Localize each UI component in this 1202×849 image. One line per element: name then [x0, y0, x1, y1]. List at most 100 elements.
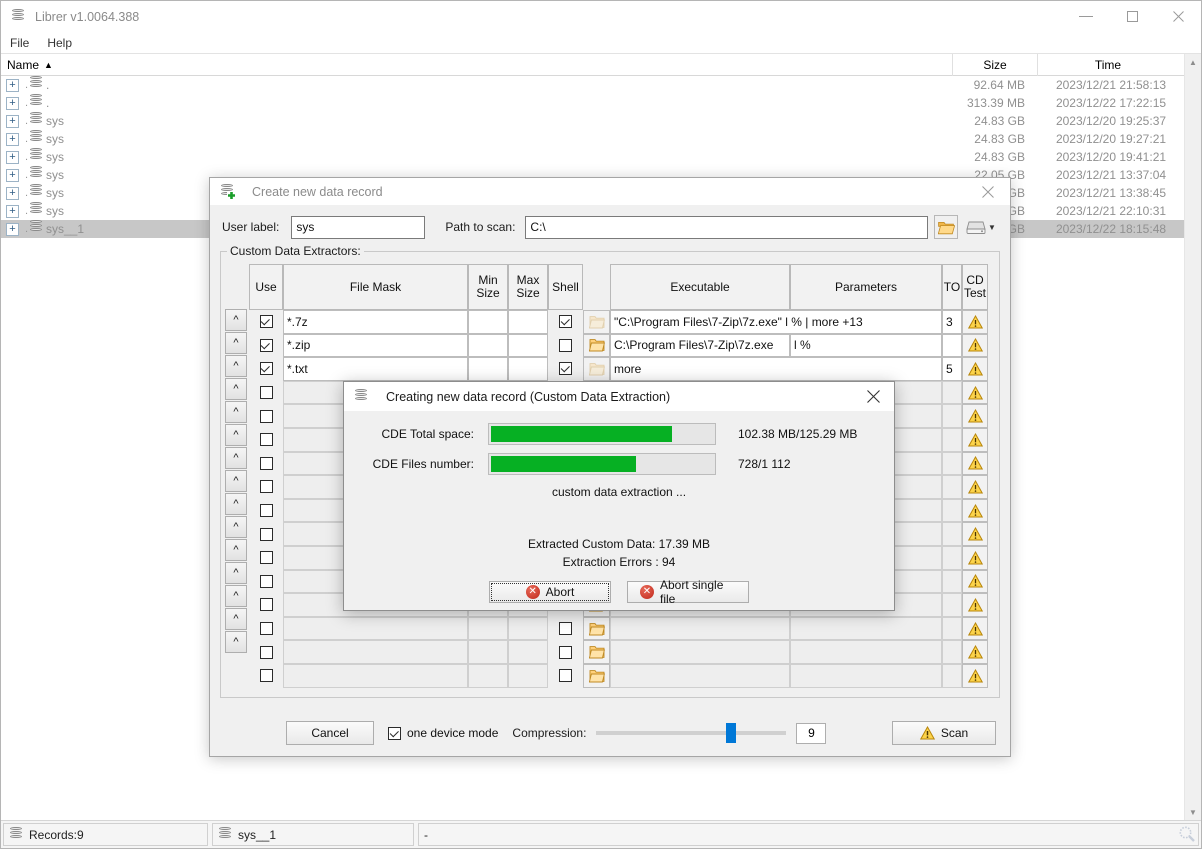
cell-browse-executable[interactable]	[583, 664, 610, 688]
move-up-button[interactable]: ^	[225, 585, 247, 607]
cell-cd-test[interactable]	[962, 381, 988, 405]
cell-shell[interactable]	[548, 310, 583, 334]
abort-single-file-button[interactable]: ✕ Abort single file	[627, 581, 749, 603]
cell-min-size[interactable]	[468, 334, 508, 358]
shell-checkbox[interactable]	[559, 315, 572, 328]
cell-timeout[interactable]	[942, 617, 962, 641]
cell-use[interactable]	[249, 546, 283, 570]
table-row[interactable]: *.7z"C:\Program Files\7-Zip\7z.exe" l % …	[249, 310, 995, 334]
cell-parameters[interactable]	[790, 640, 942, 664]
cell-max-size[interactable]	[508, 664, 548, 688]
list-item[interactable]: +..92.64 MB2023/12/21 21:58:13	[1, 76, 1185, 94]
cell-executable[interactable]: C:\Program Files\7-Zip\7z.exe	[610, 334, 790, 358]
cell-cd-test[interactable]	[962, 404, 988, 428]
maximize-icon[interactable]	[1109, 1, 1155, 32]
cell-cd-test[interactable]	[962, 546, 988, 570]
cell-timeout[interactable]: 5	[942, 357, 962, 381]
scroll-up-icon[interactable]: ▲	[1185, 54, 1201, 71]
shell-checkbox[interactable]	[559, 622, 572, 635]
compression-value[interactable]: 9	[796, 723, 826, 744]
use-checkbox[interactable]	[260, 480, 273, 493]
th-min-size[interactable]: Min Size	[468, 264, 508, 310]
table-row[interactable]: *.txtmore5	[249, 357, 995, 381]
use-checkbox[interactable]	[260, 386, 273, 399]
table-row[interactable]	[249, 640, 995, 664]
cell-timeout[interactable]	[942, 428, 962, 452]
cell-timeout[interactable]	[942, 475, 962, 499]
cell-use[interactable]	[249, 522, 283, 546]
cell-cd-test[interactable]	[962, 452, 988, 476]
move-up-button[interactable]: ^	[225, 447, 247, 469]
list-item[interactable]: +.sys24.83 GB2023/12/20 19:41:21	[1, 148, 1185, 166]
cell-shell[interactable]	[548, 617, 583, 641]
use-checkbox[interactable]	[260, 575, 273, 588]
move-up-button[interactable]: ^	[225, 309, 247, 331]
expand-icon[interactable]: +	[6, 187, 19, 200]
th-max-size[interactable]: Max Size	[508, 264, 548, 310]
column-header-time[interactable]: Time	[1038, 54, 1178, 76]
cell-timeout[interactable]	[942, 522, 962, 546]
cell-use[interactable]	[249, 570, 283, 594]
minimize-icon[interactable]	[1063, 1, 1109, 32]
cell-file-mask[interactable]	[283, 617, 468, 641]
cell-max-size[interactable]	[508, 310, 548, 334]
move-up-button[interactable]: ^	[225, 401, 247, 423]
cell-cd-test[interactable]	[962, 357, 988, 381]
cell-file-mask[interactable]	[283, 664, 468, 688]
cancel-button[interactable]: Cancel	[286, 721, 374, 745]
list-item[interactable]: +.sys24.83 GB2023/12/20 19:25:37	[1, 112, 1185, 130]
close-icon[interactable]	[1155, 1, 1201, 32]
cell-max-size[interactable]	[508, 357, 548, 381]
move-up-button[interactable]: ^	[225, 424, 247, 446]
cell-timeout[interactable]	[942, 593, 962, 617]
move-up-button[interactable]: ^	[225, 470, 247, 492]
cell-use[interactable]	[249, 593, 283, 617]
use-checkbox[interactable]	[260, 622, 273, 635]
cell-cd-test[interactable]	[962, 617, 988, 641]
open-folder-icon[interactable]	[934, 215, 958, 239]
compression-slider-thumb[interactable]	[726, 723, 736, 743]
cell-cd-test[interactable]	[962, 664, 988, 688]
close-icon[interactable]	[852, 382, 894, 411]
move-up-button[interactable]: ^	[225, 516, 247, 538]
cell-shell[interactable]	[548, 640, 583, 664]
cell-min-size[interactable]	[468, 310, 508, 334]
cell-use[interactable]	[249, 334, 283, 358]
use-checkbox[interactable]	[260, 504, 273, 517]
cell-cd-test[interactable]	[962, 570, 988, 594]
expand-icon[interactable]: +	[6, 115, 19, 128]
use-checkbox[interactable]	[260, 433, 273, 446]
th-cd-test[interactable]: CD Test	[962, 264, 988, 310]
cell-cd-test[interactable]	[962, 475, 988, 499]
use-checkbox[interactable]	[260, 410, 273, 423]
cell-executable[interactable]	[610, 664, 790, 688]
cell-parameters[interactable]	[790, 664, 942, 688]
cell-use[interactable]	[249, 428, 283, 452]
cell-cd-test[interactable]	[962, 428, 988, 452]
move-up-button[interactable]: ^	[225, 539, 247, 561]
cell-file-mask[interactable]: *.7z	[283, 310, 468, 334]
move-up-button[interactable]: ^	[225, 608, 247, 630]
table-row[interactable]	[249, 664, 995, 688]
resize-grip-icon[interactable]	[1178, 825, 1198, 845]
cell-timeout[interactable]	[942, 381, 962, 405]
cell-cd-test[interactable]	[962, 499, 988, 523]
cell-browse-executable[interactable]	[583, 357, 610, 381]
cell-timeout[interactable]	[942, 334, 962, 358]
use-checkbox[interactable]	[260, 598, 273, 611]
cell-browse-executable[interactable]	[583, 334, 610, 358]
move-up-button[interactable]: ^	[225, 378, 247, 400]
th-use[interactable]: Use	[249, 264, 283, 310]
use-checkbox[interactable]	[260, 646, 273, 659]
move-up-button[interactable]: ^	[225, 355, 247, 377]
one-device-mode-checkbox[interactable]	[388, 727, 401, 740]
cell-min-size[interactable]	[468, 640, 508, 664]
expand-icon[interactable]: +	[6, 133, 19, 146]
shell-checkbox[interactable]	[559, 362, 572, 375]
use-checkbox[interactable]	[260, 551, 273, 564]
expand-icon[interactable]: +	[6, 97, 19, 110]
abort-button[interactable]: ✕ Abort	[489, 581, 611, 603]
cell-use[interactable]	[249, 640, 283, 664]
scroll-down-icon[interactable]: ▼	[1185, 804, 1201, 821]
th-executable[interactable]: Executable	[610, 264, 790, 310]
